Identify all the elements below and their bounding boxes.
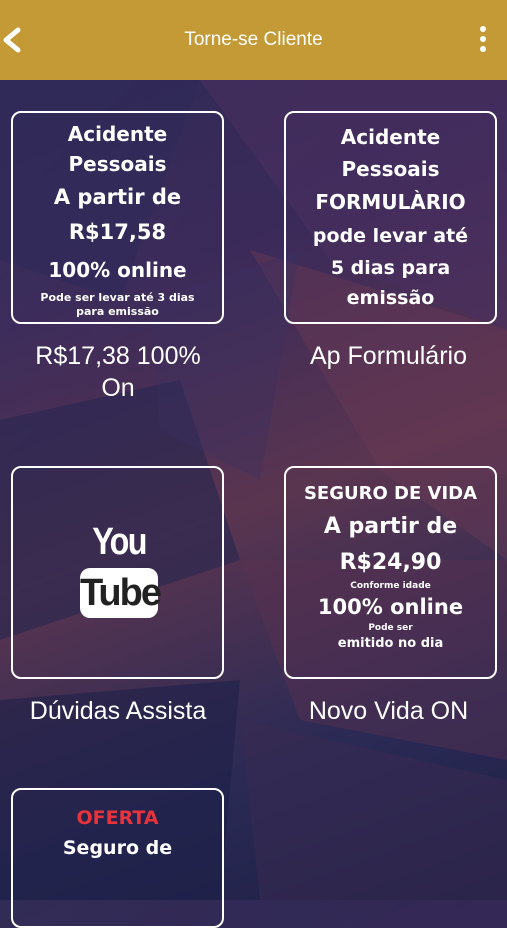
card-line: Pessoais — [341, 157, 440, 181]
card-seguro-vida[interactable]: SEGURO DE VIDA A partir de R$24,90 Confo… — [284, 466, 497, 679]
card-line: emissão — [346, 287, 435, 309]
card-line: Conforme idade — [350, 581, 431, 591]
card-line: Seguro de — [62, 837, 173, 859]
card-line: 5 dias para — [330, 257, 451, 279]
caption-line: Dúvidas Assista — [29, 697, 207, 725]
card-acidente-formulario[interactable]: Acidente Pessoais FORMULÀRIO pode levar … — [284, 111, 497, 324]
card-caption[interactable]: R$17,38 100% On — [0, 340, 236, 404]
card-line: Acidente — [67, 122, 168, 146]
card-oferta[interactable]: OFERTA Seguro de — [11, 788, 224, 928]
card-caption[interactable]: Dúvidas Assista — [0, 695, 236, 727]
chevron-left-icon[interactable] — [0, 24, 30, 56]
caption-line: On — [101, 374, 135, 402]
app-header: Torne-se Cliente — [0, 0, 507, 80]
card-line: R$17,58 — [68, 220, 167, 244]
caption-line: Novo Vida ON — [308, 697, 469, 725]
youtube-icon: You Tube — [77, 520, 162, 624]
offer-label: OFERTA — [76, 807, 159, 829]
card-line: A partir de — [323, 514, 458, 539]
card-youtube[interactable]: You Tube — [11, 466, 224, 679]
caption-line: R$17,38 100% — [35, 342, 201, 370]
card-line: Pessoais — [68, 152, 167, 176]
card-line: A partir de — [53, 185, 182, 209]
card-line: Pode ser levar até 3 dias — [40, 291, 195, 304]
vertical-dots-icon[interactable] — [477, 24, 489, 56]
page-title: Torne-se Cliente — [184, 29, 323, 50]
card-line: 100% online — [48, 258, 187, 282]
card-line: pode levar até — [312, 225, 469, 247]
card-line: emitido no dia — [337, 636, 444, 651]
youtube-logo-you: You — [92, 521, 147, 563]
card-line: SEGURO DE VIDA — [303, 483, 478, 504]
card-line: Pode ser — [368, 623, 413, 633]
card-caption[interactable]: Ap Formulário — [270, 340, 507, 372]
card-acidente-online[interactable]: Acidente Pessoais A partir de R$17,58 10… — [11, 111, 224, 324]
card-line: 100% online — [317, 595, 464, 619]
youtube-logo-tube: Tube — [80, 568, 162, 618]
card-line: Acidente — [340, 125, 441, 149]
card-line: R$24,90 — [339, 550, 442, 575]
caption-line: Ap Formulário — [310, 342, 467, 370]
card-line: FORMULÀRIO — [315, 190, 466, 214]
card-line: para emissão — [76, 305, 159, 318]
card-caption[interactable]: Novo Vida ON — [270, 695, 507, 727]
